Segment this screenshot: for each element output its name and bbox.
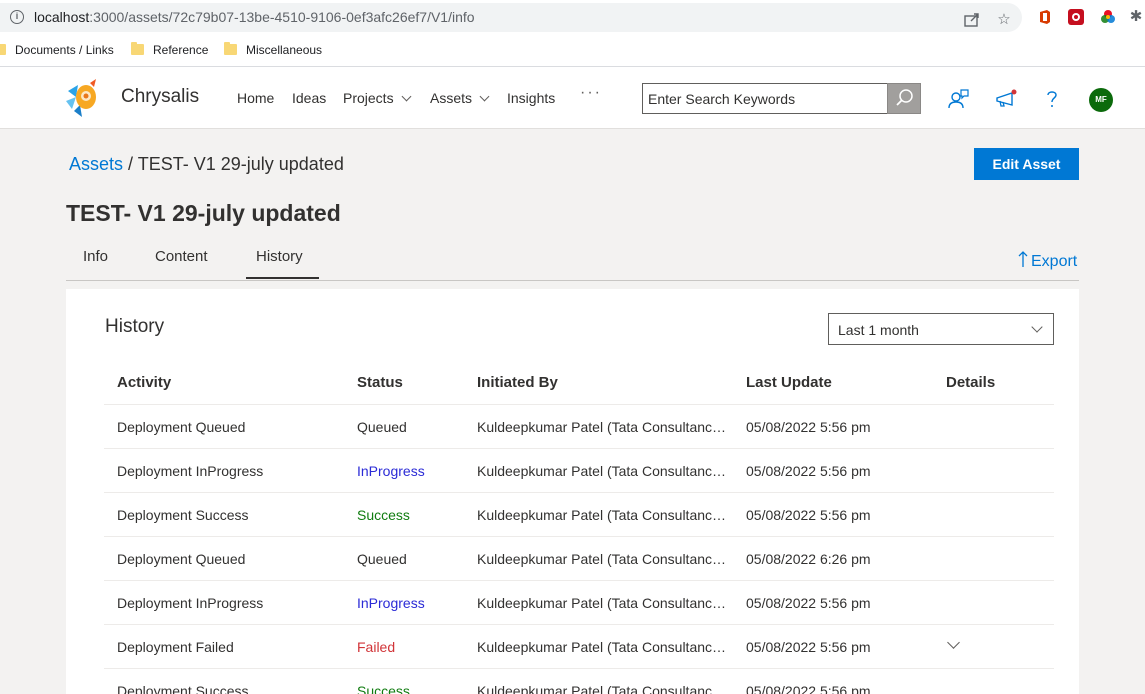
share-icon[interactable]: [963, 11, 981, 29]
time-range-dropdown[interactable]: Last 1 month: [828, 313, 1054, 345]
bookmark-reference[interactable]: Reference: [131, 42, 208, 60]
activity-cell: Deployment InProgress: [117, 595, 264, 611]
browser-toolbar: i localhost:3000/assets/72c79b07-13be-45…: [0, 0, 1145, 35]
last-update-cell: 05/08/2022 5:56 pm: [746, 463, 871, 479]
app-header: Chrysalis Home Ideas Projects Assets Ins…: [0, 67, 1145, 129]
breadcrumb: Assets / TEST- V1 29-july updated: [69, 154, 344, 175]
nav-home[interactable]: Home: [237, 90, 274, 106]
help-icon[interactable]: [1040, 87, 1064, 111]
status-cell: Queued: [357, 419, 407, 435]
activity-cell: Deployment Queued: [117, 551, 246, 567]
chevron-down-icon: [401, 91, 412, 102]
initiated-by-cell: Kuldeepkumar Patel (Tata Consultancy ...: [477, 683, 729, 694]
tab-history[interactable]: History: [256, 248, 303, 265]
chevron-down-icon: [1031, 321, 1043, 333]
history-title: History: [105, 316, 165, 337]
tab-info[interactable]: Info: [83, 248, 108, 265]
last-update-cell: 05/08/2022 6:26 pm: [746, 551, 871, 567]
breadcrumb-assets-link[interactable]: Assets: [69, 154, 123, 174]
status-cell: Success: [357, 507, 410, 523]
tab-content[interactable]: Content: [155, 248, 208, 265]
initiated-by-cell: Kuldeepkumar Patel (Tata Consultancy ...: [477, 507, 729, 523]
folder-icon: [224, 42, 237, 55]
initiated-by-cell: Kuldeepkumar Patel (Tata Consultancy ...: [477, 639, 729, 655]
table-row[interactable]: Deployment Failed Failed Kuldeepkumar Pate…: [104, 625, 1054, 669]
bookmark-star-icon[interactable]: ☆: [995, 11, 1013, 29]
user-avatar[interactable]: MF: [1089, 88, 1113, 112]
column-header-last-update[interactable]: Last Update: [746, 374, 832, 391]
initiated-by-cell: Kuldeepkumar Patel (Tata Consultancy ...: [477, 463, 729, 479]
office-extension-icon[interactable]: [1037, 9, 1053, 25]
bookmarks-bar: Documents / Links Reference Miscellaneou…: [0, 35, 1145, 67]
edit-asset-button[interactable]: Edit Asset: [974, 148, 1079, 180]
export-button[interactable]: Export: [1018, 250, 1077, 271]
nav-insights[interactable]: Insights: [507, 90, 555, 106]
nav-assets[interactable]: Assets: [430, 90, 490, 106]
table-header: Activity Status Initiated By Last Update…: [104, 359, 1054, 405]
table-row[interactable]: Deployment Success Success Kuldeepkumar Pa…: [104, 493, 1054, 537]
breadcrumb-current: / TEST- V1 29-july updated: [128, 154, 344, 174]
feedback-person-icon[interactable]: [946, 87, 970, 111]
asset-tabs: Info Content History: [66, 240, 1079, 281]
last-update-cell: 05/08/2022 5:56 pm: [746, 595, 871, 611]
folder-icon: [0, 44, 6, 55]
game-extension-icon[interactable]: [1068, 9, 1084, 25]
export-arrow-icon: [1018, 251, 1028, 267]
initiated-by-cell: Kuldeepkumar Patel (Tata Consultancy ...: [477, 419, 729, 435]
search-icon: [896, 89, 913, 106]
column-header-initiated-by[interactable]: Initiated By: [477, 374, 558, 391]
last-update-cell: 05/08/2022 5:56 pm: [746, 507, 871, 523]
activity-cell: Deployment InProgress: [117, 463, 264, 479]
initiated-by-cell: Kuldeepkumar Patel (Tata Consultancy ...: [477, 595, 729, 611]
bookmark-documents-links[interactable]: Documents / Links: [0, 42, 114, 60]
activity-cell: Deployment Success: [117, 683, 249, 694]
table-row[interactable]: Deployment Queued Queued Kuldeepkumar Pate…: [104, 405, 1054, 449]
activity-cell: Deployment Success: [117, 507, 249, 523]
url-text[interactable]: localhost:3000/assets/72c79b07-13be-4510…: [34, 9, 475, 25]
last-update-cell: 05/08/2022 5:56 pm: [746, 639, 871, 655]
nav-ideas[interactable]: Ideas: [292, 90, 326, 106]
time-range-value: Last 1 month: [838, 322, 919, 338]
activity-cell: Deployment Queued: [117, 419, 246, 435]
color-picker-extension-icon[interactable]: [1100, 9, 1116, 25]
status-cell: Queued: [357, 551, 407, 567]
address-bar[interactable]: i localhost:3000/assets/72c79b07-13be-45…: [0, 3, 1022, 32]
table-body: Deployment Queued Queued Kuldeepkumar Pate…: [104, 405, 1054, 694]
table-row[interactable]: Deployment InProgress InProgress Kuldeepku…: [104, 581, 1054, 625]
history-table: Activity Status Initiated By Last Update…: [104, 359, 1054, 694]
status-cell: InProgress: [357, 463, 425, 479]
status-cell: Success: [357, 683, 410, 694]
expand-details-chevron-icon[interactable]: [947, 636, 960, 649]
search-input[interactable]: [643, 84, 883, 113]
history-card: History Last 1 month Activity Status Ini…: [66, 289, 1079, 694]
column-header-status[interactable]: Status: [357, 374, 403, 391]
announcements-megaphone-icon[interactable]: [994, 87, 1018, 111]
chevron-down-icon: [479, 91, 490, 102]
site-info-icon[interactable]: i: [10, 10, 24, 24]
search-box: [642, 83, 888, 114]
status-cell: Failed: [357, 639, 396, 655]
extensions-puzzle-icon[interactable]: ✱: [1127, 8, 1145, 26]
folder-icon: [131, 42, 144, 55]
table-row[interactable]: Deployment Success Success Kuldeepkumar Pa…: [104, 669, 1054, 694]
column-header-activity[interactable]: Activity: [117, 374, 171, 391]
page-title: TEST- V1 29-july updated: [66, 200, 341, 226]
status-cell: InProgress: [357, 595, 425, 611]
search-button[interactable]: [887, 83, 921, 114]
table-row[interactable]: Deployment Queued Queued Kuldeepkumar Pate…: [104, 537, 1054, 581]
last-update-cell: 05/08/2022 5:56 pm: [746, 683, 871, 694]
column-header-details[interactable]: Details: [946, 374, 995, 391]
last-update-cell: 05/08/2022 5:56 pm: [746, 419, 871, 435]
bookmark-miscellaneous[interactable]: Miscellaneous: [224, 42, 322, 60]
nav-projects[interactable]: Projects: [343, 90, 412, 106]
brand-name[interactable]: Chrysalis: [121, 86, 199, 108]
activity-cell: Deployment Failed: [117, 639, 234, 655]
more-nav-icon[interactable]: ···: [580, 84, 602, 102]
table-row[interactable]: Deployment InProgress InProgress Kuldeepku…: [104, 449, 1054, 493]
chrysalis-logo-icon[interactable]: [60, 77, 106, 123]
active-tab-indicator: [246, 277, 319, 279]
initiated-by-cell: Kuldeepkumar Patel (Tata Consultancy ...: [477, 551, 729, 567]
